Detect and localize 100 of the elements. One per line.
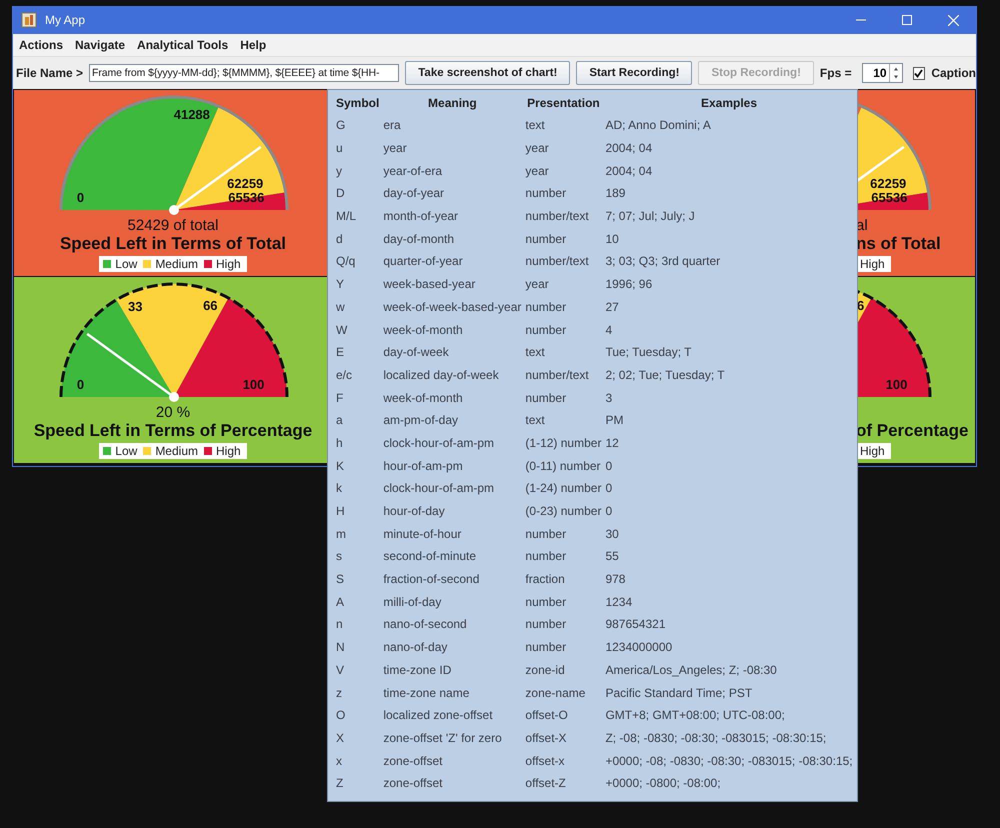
table-cell-text: K xyxy=(336,458,346,475)
table-cell: number xyxy=(525,318,606,341)
table-cell: time-zone name xyxy=(383,681,526,704)
table-cell-text: (1-12) number xyxy=(525,434,602,452)
file-name-field[interactable]: Frame from ${yyyy-MM-dd}; ${MMMM}, ${EEEE} at time ${HH- xyxy=(89,64,400,82)
table-cell-text: 3; 03; Q3; 3rd quarter xyxy=(605,253,722,270)
table-cell-text: week-of-week-based-year xyxy=(383,298,522,316)
column-header: Examples xyxy=(700,95,758,112)
gauge-title: Speed Left in Terms of Total xyxy=(60,234,286,253)
table-cell: day-of-week xyxy=(383,340,526,364)
gauge-tick-label: 100 xyxy=(242,377,264,392)
table-cell: a xyxy=(336,408,384,432)
gauge-tick-label: 41288 xyxy=(174,107,210,122)
table-cell-text: offset-Z xyxy=(525,775,567,792)
table-cell-text: number/text xyxy=(525,253,590,270)
table-cell-text: clock-hour-of-am-pm xyxy=(383,480,496,498)
table-cell-text: number xyxy=(525,616,568,634)
table-cell: d xyxy=(336,227,384,250)
table-cell-text: M/L xyxy=(336,208,358,226)
table-cell: k xyxy=(336,477,384,500)
fps-label: Fps = xyxy=(820,66,852,80)
table-cell: time-zone ID xyxy=(383,658,526,682)
table-cell-text: clock-hour-of-am-pm xyxy=(383,434,496,452)
menu-item[interactable]: Navigate xyxy=(75,38,126,52)
gauge-title: Speed Left in Terms of Percentage xyxy=(34,421,312,440)
table-cell: s xyxy=(336,545,384,568)
table-cell-text: number xyxy=(525,639,568,656)
table-cell: (0-23) number xyxy=(525,500,606,522)
table-cell-text: zone-name xyxy=(525,684,586,702)
table-cell-text: number xyxy=(525,230,568,248)
table-cell: year xyxy=(383,136,526,160)
table-cell: localized zone-offset xyxy=(383,704,526,727)
toolbar-button[interactable]: Take screenshot of chart! xyxy=(405,61,570,85)
table-cell-text: H xyxy=(336,503,346,520)
table-cell-text: week-of-month xyxy=(383,390,464,407)
table-cell-text: day-of-year xyxy=(383,185,446,202)
table-cell-text: offset-O xyxy=(525,707,569,724)
table-cell-text: Tue; Tuesday; T xyxy=(605,344,692,362)
table-cell-text: 55 xyxy=(605,548,620,566)
table-cell: zone-id xyxy=(525,658,606,682)
gauge-tick-label: 66 xyxy=(203,298,218,313)
table-cell: X xyxy=(336,726,384,750)
gauge-tick-label: 0 xyxy=(76,377,84,392)
table-cell-text: America/Los_Angeles; Z; -08:30 xyxy=(605,662,778,679)
gauge-tick-label: 100 xyxy=(886,377,908,392)
gauge-tick-label: 0 xyxy=(76,190,84,205)
table-cell-text: GMT+8; GMT+08:00; UTC-08:00; xyxy=(605,707,786,724)
table-cell: fraction-of-second xyxy=(383,568,526,590)
table-cell-text: localized day-of-week xyxy=(383,366,500,384)
table-cell-text: PM xyxy=(605,412,624,430)
table-cell-text: 978 xyxy=(605,571,626,588)
table-cell: (1-24) number xyxy=(525,477,606,500)
fps-spinner[interactable]: 10 xyxy=(862,63,903,83)
menu-item[interactable]: Help xyxy=(240,38,266,52)
table-cell-text: hour-of-day xyxy=(383,503,446,520)
table-cell-text: second-of-minute xyxy=(383,548,478,566)
maximize-icon[interactable] xyxy=(902,15,912,25)
table-cell: Y xyxy=(336,272,384,296)
table-cell-text: 1234000000 xyxy=(605,639,674,656)
table-cell-text: nano-of-second xyxy=(383,616,468,634)
table-cell-text: 0 xyxy=(605,458,614,475)
close-icon[interactable] xyxy=(948,14,958,26)
table-cell-text: 12 xyxy=(605,434,620,452)
menu-item[interactable]: Analytical Tools xyxy=(137,38,228,52)
checkbox[interactable] xyxy=(912,66,926,80)
legend-label: High xyxy=(860,257,885,271)
gauge-value: 52429 of total xyxy=(128,218,218,234)
table-cell-text: year xyxy=(525,162,550,180)
table-cell: u xyxy=(336,136,384,160)
table-cell-text: number xyxy=(525,185,568,202)
table-cell-text: day-of-month xyxy=(383,230,456,248)
table-cell: (0-11) number xyxy=(525,454,606,477)
table-cell: year-of-era xyxy=(383,159,526,182)
table-cell: G xyxy=(336,114,384,137)
table-cell-text: e/c xyxy=(336,366,354,384)
table-cell: text xyxy=(525,340,606,364)
table-cell-text: milli-of-day xyxy=(383,594,442,611)
table-cell-text: hour-of-am-pm xyxy=(383,458,464,475)
table-cell-text: +0000; -08; -0830; -08:30; -083015; -08:30:15; xyxy=(605,752,854,770)
table-cell-text: 4 xyxy=(605,322,614,339)
table-cell-text: Pacific Standard Time; PST xyxy=(605,684,754,702)
table-cell-text: O xyxy=(336,707,346,724)
column-header: Meaning xyxy=(427,95,478,112)
table-cell: zone-offset xyxy=(383,772,526,795)
table-cell-text: 0 xyxy=(605,480,614,498)
table-cell: F xyxy=(336,386,384,409)
table-cell-text: 987654321 xyxy=(605,616,667,634)
table-cell-text: fraction xyxy=(525,571,566,588)
table-cell: S xyxy=(336,568,384,590)
table-cell: y xyxy=(336,159,384,182)
table-cell: h xyxy=(336,432,384,454)
table-cell-text: 10 xyxy=(605,230,620,248)
table-cell-text: 1996; 96 xyxy=(605,276,654,294)
table-cell-text: 1234 xyxy=(605,594,634,611)
menu-item[interactable]: Actions xyxy=(19,38,64,52)
legend-label: Low xyxy=(115,444,138,458)
table-cell-text: number xyxy=(525,298,568,316)
gauge-tick-label: 62259 xyxy=(870,176,906,191)
table-cell-text: text xyxy=(525,412,546,430)
toolbar-button[interactable]: Start Recording! xyxy=(576,61,692,85)
